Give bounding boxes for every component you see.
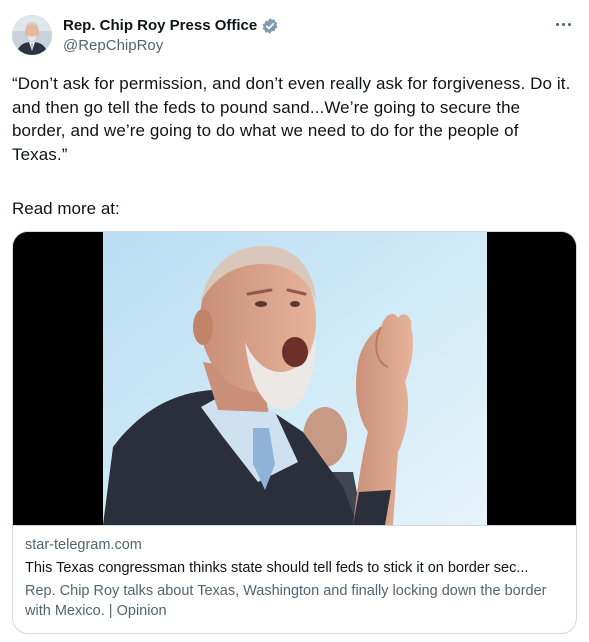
- display-name-row: Rep. Chip Roy Press Office: [63, 16, 279, 36]
- card-body: star-telegram.com This Texas congressman…: [13, 525, 576, 633]
- card-title[interactable]: This Texas congressman thinks state shou…: [25, 559, 564, 578]
- link-preview-card[interactable]: star-telegram.com This Texas congressman…: [12, 231, 577, 634]
- tweet: Rep. Chip Roy Press Office @RepChipRoy “…: [0, 0, 589, 642]
- card-description: Rep. Chip Roy talks about Texas, Washing…: [25, 583, 547, 619]
- card-image[interactable]: [13, 232, 576, 525]
- author-avatar[interactable]: [12, 15, 52, 55]
- author-display-name[interactable]: Rep. Chip Roy Press Office: [63, 16, 257, 36]
- more-options-icon[interactable]: [551, 14, 575, 34]
- card-domain: star-telegram.com: [25, 537, 142, 553]
- more-dot: [567, 22, 571, 26]
- author-handle[interactable]: @RepChipRoy: [63, 36, 279, 56]
- tweet-text: “Don’t ask for permission, and don’t eve…: [12, 74, 571, 164]
- more-dot: [555, 22, 559, 26]
- author-info: Rep. Chip Roy Press Office @RepChipRoy: [63, 16, 279, 56]
- verified-badge-icon[interactable]: [261, 17, 279, 35]
- read-more-text: Read more at:: [12, 199, 120, 218]
- more-dot: [561, 22, 565, 26]
